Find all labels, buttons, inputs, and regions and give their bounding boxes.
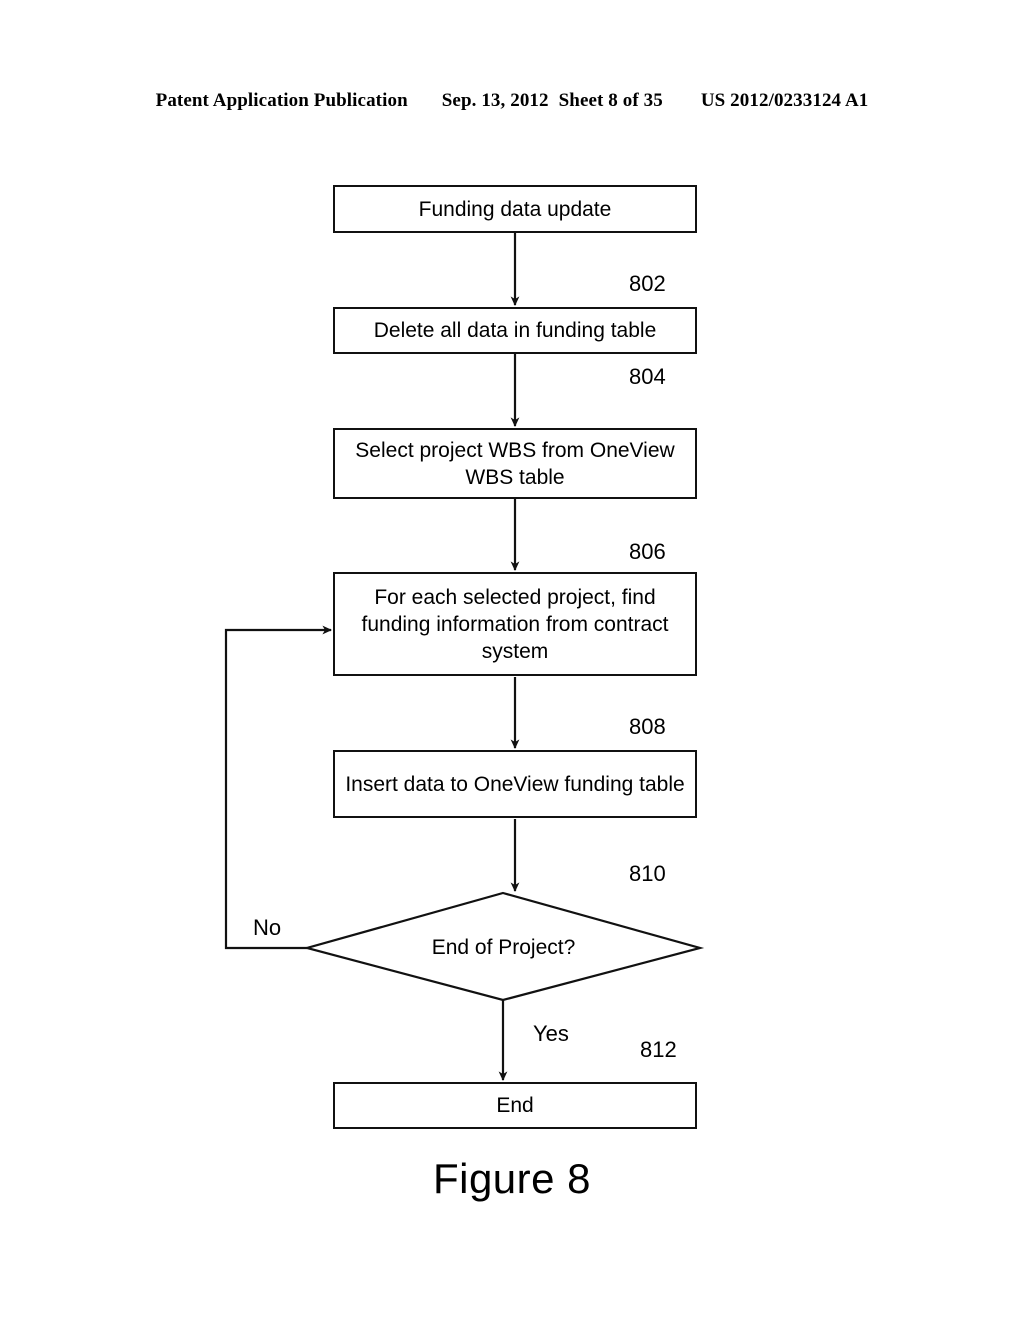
figure-caption: Figure 8 (432, 1155, 592, 1202)
flow-node-find-funding-information: For each selected project, find funding … (333, 572, 697, 676)
flow-node-label: Funding data update (418, 197, 612, 221)
branch-label-yes: Yes (533, 1021, 569, 1046)
reference-numeral-808: 808 (629, 714, 666, 739)
flow-node-label: Insert data to OneView funding table (345, 772, 685, 796)
flow-node-label: Delete all data in funding table (373, 319, 657, 342)
reference-numeral-802: 802 (629, 271, 666, 296)
flow-node-label: Select project WBS from OneView WBS tabl… (355, 438, 675, 489)
flow-node-end: End (333, 1082, 697, 1129)
flow-node-delete-all-data: Delete all data in funding table (333, 307, 697, 354)
flow-node-end-of-project-decision: End of Project? (307, 930, 700, 966)
flow-node-insert-data: Insert data to OneView funding table (333, 750, 697, 818)
connector-no-loopback (224, 625, 332, 950)
reference-numeral-812: 812 (640, 1037, 677, 1062)
reference-numeral-806: 806 (629, 539, 666, 564)
flow-node-label: End (496, 1094, 534, 1117)
flow-node-label: End of Project? (431, 936, 576, 959)
flow-node-label: For each selected project, find funding … (361, 585, 669, 663)
branch-label-no: No (253, 915, 282, 940)
reference-numeral-804: 804 (629, 364, 666, 389)
reference-numeral-810: 810 (629, 861, 666, 886)
flow-node-select-project-wbs: Select project WBS from OneView WBS tabl… (333, 428, 697, 499)
flow-node-funding-data-update: Funding data update (333, 185, 697, 233)
